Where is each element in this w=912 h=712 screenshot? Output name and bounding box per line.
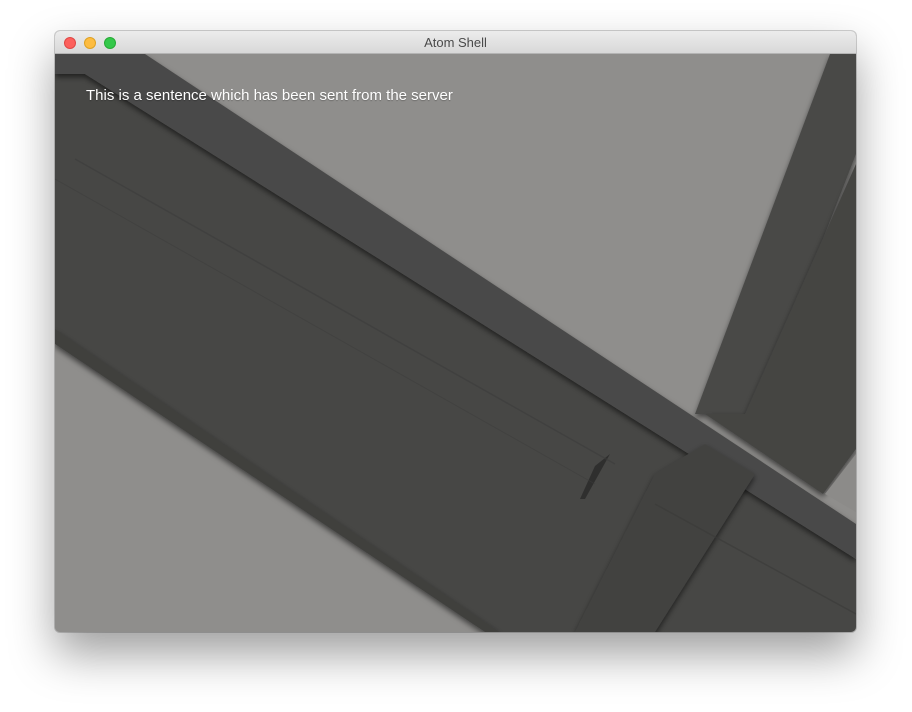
- window-title: Atom Shell: [424, 35, 487, 50]
- title-bar[interactable]: Atom Shell: [55, 31, 856, 54]
- window-content: This is a sentence which has been sent f…: [55, 54, 856, 632]
- app-window: Atom Shell This is a sentence which has …: [55, 31, 856, 632]
- server-message: This is a sentence which has been sent f…: [86, 87, 453, 104]
- wallpaper-background: [55, 54, 856, 632]
